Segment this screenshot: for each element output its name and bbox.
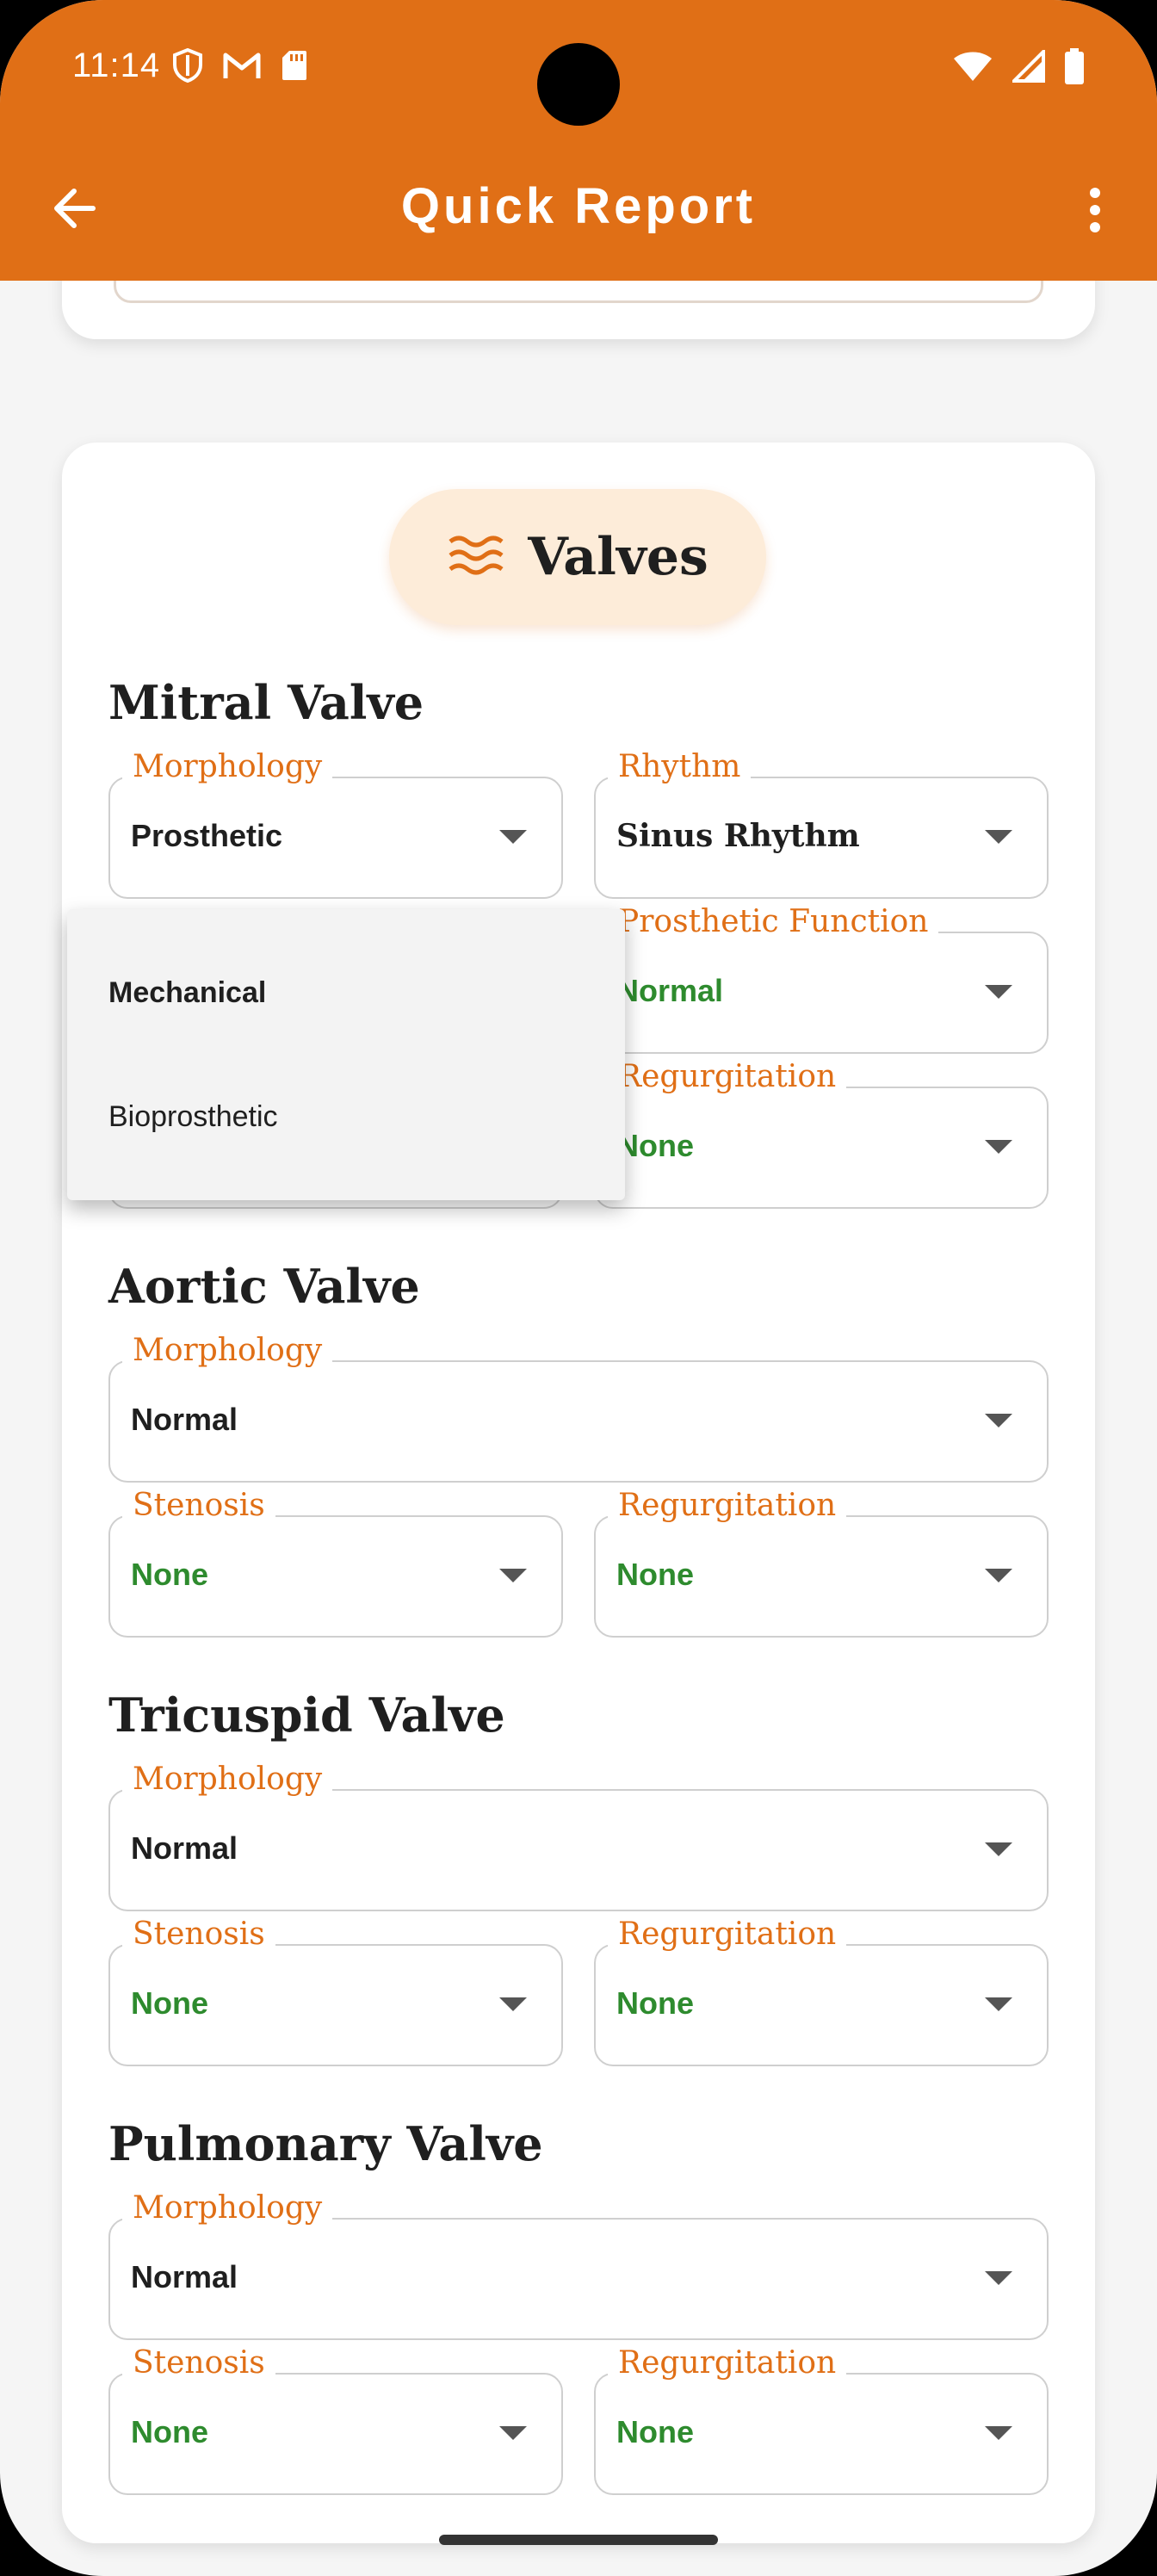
page-title: Quick Report [400, 178, 757, 234]
previous-field-remnant [114, 281, 1043, 303]
pulmonary-morphology-select[interactable]: Morphology Normal [108, 2190, 1049, 2340]
field-label: Morphology [122, 2190, 333, 2226]
section-title: Valves [528, 527, 708, 587]
field-label: Regurgitation [608, 1917, 847, 1952]
field-value: None [616, 1985, 694, 2021]
mitral-rhythm-select[interactable]: Rhythm Sinus Rhythm [594, 749, 1049, 899]
wifi-icon [954, 52, 992, 81]
mitral-morphology-select[interactable]: Morphology Prosthetic [108, 749, 563, 899]
aortic-stenosis-select[interactable]: Stenosis None [108, 1488, 563, 1638]
dropdown-arrow-icon [985, 1997, 1012, 2011]
dropdown-arrow-icon [985, 2271, 1012, 2285]
field-value: Normal [131, 1402, 238, 1437]
status-icons-left [172, 48, 308, 83]
waves-icon [449, 536, 504, 575]
gmail-icon [223, 53, 261, 78]
aortic-morphology-select[interactable]: Morphology Normal [108, 1333, 1049, 1483]
field-value: None [616, 1128, 694, 1163]
field-label: Stenosis [122, 1917, 275, 1952]
field-value: None [616, 1557, 694, 1592]
app-bar: 11:14 Quick Report [0, 0, 1157, 281]
dropdown-arrow-icon [499, 1997, 527, 2011]
field-label: Regurgitation [608, 2345, 847, 2381]
more-vert-icon [1090, 188, 1100, 232]
aortic-valve-title: Aortic Valve [108, 1259, 420, 1314]
status-time: 11:14 [72, 46, 161, 84]
dropdown-option-mechanical[interactable]: Mechanical [108, 976, 266, 1010]
dropdown-arrow-icon [499, 830, 527, 844]
dropdown-arrow-icon [985, 830, 1012, 844]
dropdown-arrow-icon [499, 2426, 527, 2440]
field-value: None [616, 2414, 694, 2449]
more-options-button[interactable] [1071, 179, 1119, 241]
field-label: Stenosis [122, 2345, 275, 2381]
shield-icon [173, 48, 202, 83]
aortic-regurgitation-select[interactable]: Regurgitation None [594, 1488, 1049, 1638]
home-indicator[interactable] [439, 2535, 718, 2545]
dropdown-arrow-icon [499, 1569, 527, 1582]
mitral-regurgitation-select[interactable]: Regurgitation None [594, 1059, 1049, 1209]
field-label: Prosthetic Function [608, 904, 939, 939]
section-header-valves: Valves [389, 489, 766, 625]
prosthesis-type-dropdown-menu: Mechanical Bioprosthetic [67, 909, 625, 1200]
field-value: Prosthetic [131, 818, 283, 853]
field-value: Normal [616, 973, 724, 1008]
tricuspid-morphology-select[interactable]: Morphology Normal [108, 1762, 1049, 1911]
dropdown-arrow-icon [985, 2426, 1012, 2440]
field-label: Stenosis [122, 1488, 275, 1523]
tricuspid-stenosis-select[interactable]: Stenosis None [108, 1917, 563, 2066]
pulmonary-regurgitation-select[interactable]: Regurgitation None [594, 2345, 1049, 2495]
sd-card-icon [282, 51, 306, 80]
field-value: None [131, 1985, 208, 2021]
dropdown-arrow-icon [985, 1842, 1012, 1856]
tricuspid-valve-title: Tricuspid Valve [108, 1687, 505, 1743]
field-label: Morphology [122, 749, 333, 784]
field-value: None [131, 1557, 208, 1592]
field-value: None [131, 2414, 208, 2449]
battery-icon [1065, 48, 1084, 84]
front-camera [537, 43, 620, 126]
dropdown-arrow-icon [985, 985, 1012, 999]
dropdown-arrow-icon [985, 1414, 1012, 1427]
phone-screen: 11:14 Quick Report Valves Mitral Valve M… [0, 0, 1157, 2576]
field-value: Normal [131, 2259, 238, 2294]
pulmonary-valve-title: Pulmonary Valve [108, 2116, 543, 2171]
field-label: Morphology [122, 1762, 333, 1797]
tricuspid-regurgitation-select[interactable]: Regurgitation None [594, 1917, 1049, 2066]
dropdown-arrow-icon [985, 1140, 1012, 1154]
dropdown-arrow-icon [985, 1569, 1012, 1582]
status-icons-right [952, 48, 1085, 84]
status-bar: 11:14 [0, 0, 1157, 138]
field-label: Regurgitation [608, 1059, 847, 1094]
pulmonary-stenosis-select[interactable]: Stenosis None [108, 2345, 563, 2495]
field-label: Regurgitation [608, 1488, 847, 1523]
field-value: Normal [131, 1830, 238, 1866]
field-label: Morphology [122, 1333, 333, 1368]
field-label: Rhythm [608, 749, 752, 784]
dropdown-option-bioprosthetic[interactable]: Bioprosthetic [108, 1100, 278, 1134]
signal-icon [1012, 50, 1045, 83]
mitral-prosthetic-function-select[interactable]: Prosthetic Function Normal [594, 904, 1049, 1054]
field-value: Sinus Rhythm [616, 818, 860, 854]
mitral-valve-title: Mitral Valve [108, 675, 424, 730]
